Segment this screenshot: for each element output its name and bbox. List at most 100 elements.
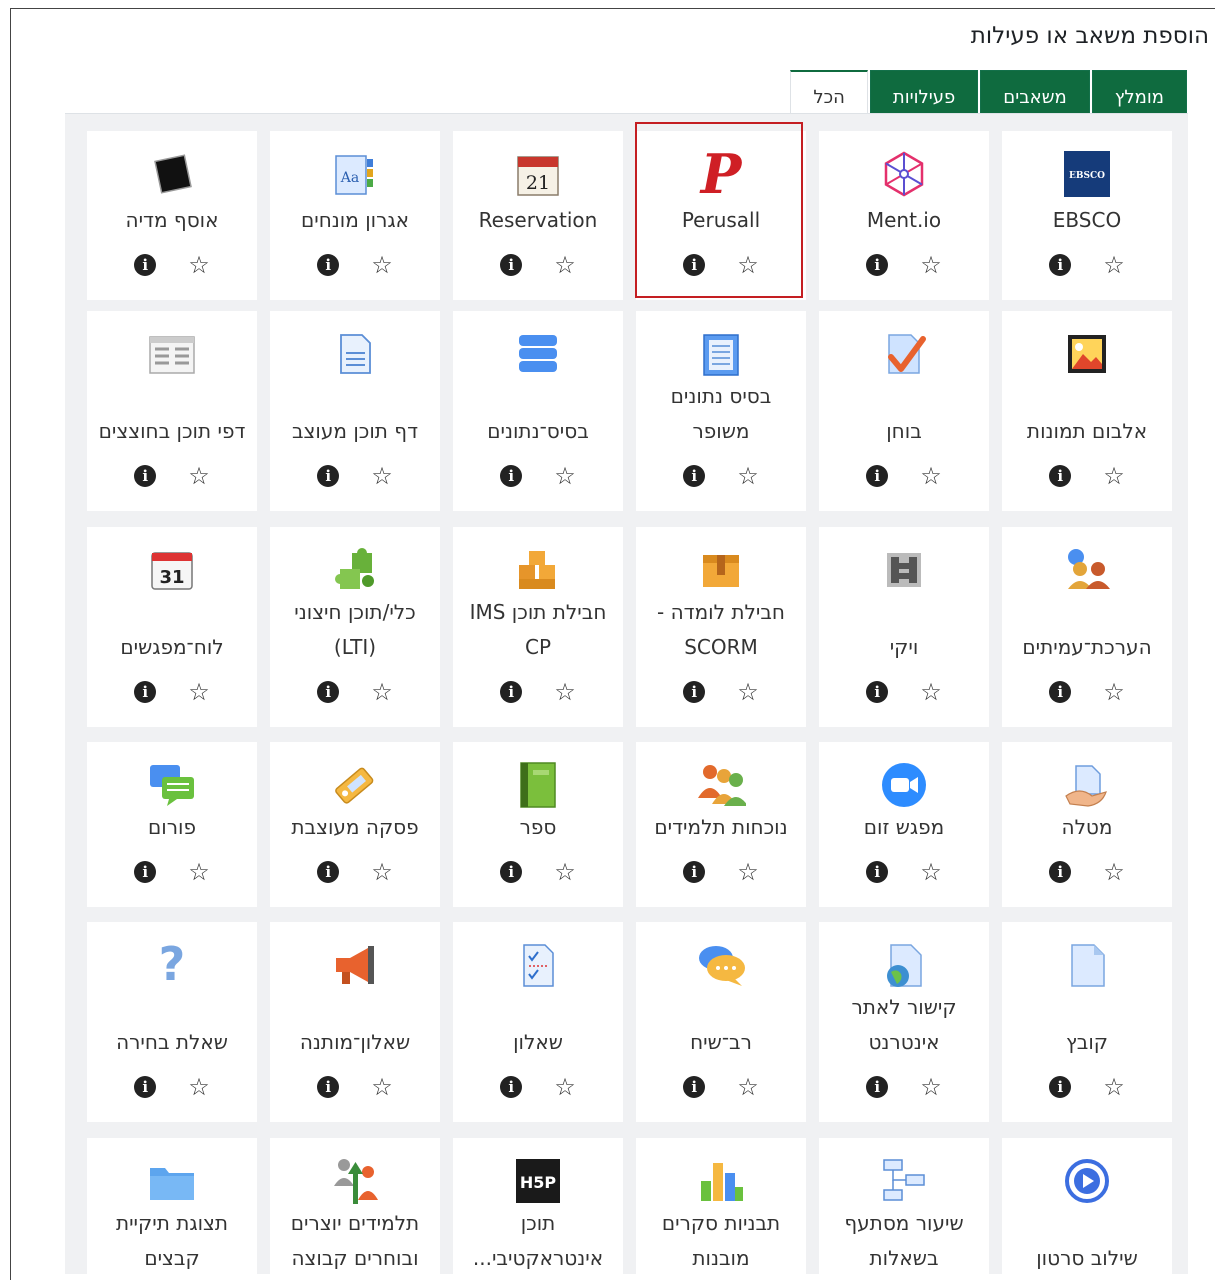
info-icon[interactable]: i	[683, 1076, 706, 1098]
module-card[interactable]: בסיס־נתונים i ☆	[453, 311, 623, 511]
module-card[interactable]: שאלון־מותנה i ☆	[270, 922, 440, 1122]
info-icon[interactable]: i	[866, 861, 889, 883]
module-card[interactable]: אוסף מדיה i ☆	[87, 131, 257, 300]
info-icon[interactable]: i	[683, 861, 706, 883]
info-icon[interactable]: i	[1049, 1076, 1072, 1098]
star-outline-icon[interactable]: ☆	[188, 860, 210, 884]
module-card[interactable]: ספר i ☆	[453, 742, 623, 907]
info-icon[interactable]: i	[500, 681, 523, 703]
info-icon[interactable]: i	[500, 861, 523, 883]
info-icon[interactable]: i	[134, 681, 157, 703]
star-outline-icon[interactable]: ☆	[188, 680, 210, 704]
module-card[interactable]: פורום i ☆	[87, 742, 257, 907]
module-actions: i ☆	[819, 253, 989, 277]
module-label: קישור לאתר	[851, 995, 957, 1019]
module-card[interactable]: תצוגת תיקייתקבציםi☆	[87, 1138, 257, 1274]
info-icon[interactable]: i	[1049, 681, 1072, 703]
info-icon[interactable]: i	[1049, 254, 1072, 276]
star-outline-icon[interactable]: ☆	[737, 680, 759, 704]
module-card[interactable]: שאלון i ☆	[453, 922, 623, 1122]
info-icon[interactable]: i	[317, 681, 340, 703]
module-card[interactable]: בסיס נתונים משופר i ☆	[636, 311, 806, 511]
info-icon[interactable]: i	[134, 1076, 157, 1098]
star-outline-icon[interactable]: ☆	[1103, 860, 1125, 884]
module-card[interactable]: תלמידים יוצריםובוחרים קבוצהi☆	[270, 1138, 440, 1274]
module-card[interactable]: הערכת־עמיתים i ☆	[1002, 527, 1172, 727]
info-icon[interactable]: i	[500, 1076, 523, 1098]
star-outline-icon[interactable]: ☆	[737, 253, 759, 277]
info-icon[interactable]: i	[866, 465, 889, 487]
star-outline-icon[interactable]: ☆	[188, 464, 210, 488]
star-outline-icon[interactable]: ☆	[371, 253, 393, 277]
star-outline-icon[interactable]: ☆	[1103, 680, 1125, 704]
module-card[interactable]: תבניות סקריםמובנותi☆	[636, 1138, 806, 1274]
star-outline-icon[interactable]: ☆	[737, 464, 759, 488]
info-icon[interactable]: i	[317, 465, 340, 487]
module-card[interactable]: ויקי i ☆	[819, 527, 989, 727]
module-card[interactable]: בוחן i ☆	[819, 311, 989, 511]
star-outline-icon[interactable]: ☆	[1103, 1075, 1125, 1099]
star-outline-icon[interactable]: ☆	[920, 253, 942, 277]
star-outline-icon[interactable]: ☆	[1103, 253, 1125, 277]
info-icon[interactable]: i	[317, 1076, 340, 1098]
info-icon[interactable]: i	[683, 681, 706, 703]
module-card[interactable]: מטלה i ☆	[1002, 742, 1172, 907]
info-icon[interactable]: i	[134, 465, 157, 487]
module-card[interactable]: EBSCO EBSCO i ☆	[1002, 131, 1172, 300]
star-outline-icon[interactable]: ☆	[554, 680, 576, 704]
module-card[interactable]: שילוב סרטוןi☆	[1002, 1138, 1172, 1274]
module-card[interactable]: נוכחות תלמידים i ☆	[636, 742, 806, 907]
module-card[interactable]: P Perusall i ☆	[636, 131, 806, 300]
info-icon[interactable]: i	[134, 254, 157, 276]
star-outline-icon[interactable]: ☆	[371, 1075, 393, 1099]
module-card[interactable]: שיעור מסתעףבשאלותi☆	[819, 1138, 989, 1274]
star-outline-icon[interactable]: ☆	[371, 860, 393, 884]
star-outline-icon[interactable]: ☆	[188, 1075, 210, 1099]
module-card[interactable]: מפגש זום i ☆	[819, 742, 989, 907]
module-card[interactable]: חבילת תוכן IMS CP i ☆	[453, 527, 623, 727]
star-outline-icon[interactable]: ☆	[1103, 464, 1125, 488]
star-outline-icon[interactable]: ☆	[920, 860, 942, 884]
star-outline-icon[interactable]: ☆	[737, 1075, 759, 1099]
star-outline-icon[interactable]: ☆	[554, 253, 576, 277]
info-icon[interactable]: i	[1049, 465, 1072, 487]
info-icon[interactable]: i	[683, 465, 706, 487]
star-outline-icon[interactable]: ☆	[737, 860, 759, 884]
info-icon[interactable]: i	[866, 254, 889, 276]
star-outline-icon[interactable]: ☆	[920, 464, 942, 488]
info-icon[interactable]: i	[683, 254, 706, 276]
star-outline-icon[interactable]: ☆	[188, 253, 210, 277]
module-actions: i ☆	[453, 253, 623, 277]
star-outline-icon[interactable]: ☆	[554, 464, 576, 488]
module-card[interactable]: 21 Reservation i ☆	[453, 131, 623, 300]
module-card[interactable]: קישור לאתר אינטרנט i ☆	[819, 922, 989, 1122]
info-icon[interactable]: i	[500, 254, 523, 276]
info-icon[interactable]: i	[1049, 861, 1072, 883]
info-icon[interactable]: i	[317, 861, 340, 883]
info-icon[interactable]: i	[866, 681, 889, 703]
module-card[interactable]: חבילת לומדה - SCORM i ☆	[636, 527, 806, 727]
module-card[interactable]: Ment.io i ☆	[819, 131, 989, 300]
star-outline-icon[interactable]: ☆	[371, 464, 393, 488]
info-icon[interactable]: i	[317, 254, 340, 276]
module-card[interactable]: דף תוכן מעוצב i ☆	[270, 311, 440, 511]
module-card[interactable]: Aa אגרון מונחים i ☆	[270, 131, 440, 300]
module-card[interactable]: קובץ i ☆	[1002, 922, 1172, 1122]
module-card[interactable]: רב־שיח i ☆	[636, 922, 806, 1122]
module-card[interactable]: דפי תוכן בחוצצים i ☆	[87, 311, 257, 511]
info-icon[interactable]: i	[134, 861, 157, 883]
star-outline-icon[interactable]: ☆	[554, 1075, 576, 1099]
star-outline-icon[interactable]: ☆	[554, 860, 576, 884]
star-outline-icon[interactable]: ☆	[371, 680, 393, 704]
module-card[interactable]: H5Pתוכןאינטראקטיבי...i☆	[453, 1138, 623, 1274]
module-card[interactable]: כלי/תוכן חיצוני (LTI) i ☆	[270, 527, 440, 727]
info-icon[interactable]: i	[866, 1076, 889, 1098]
module-card[interactable]: אלבום תמונות i ☆	[1002, 311, 1172, 511]
module-card[interactable]: ? שאלת בחירה i ☆	[87, 922, 257, 1122]
label-tag-icon	[330, 760, 380, 810]
star-outline-icon[interactable]: ☆	[920, 1075, 942, 1099]
info-icon[interactable]: i	[500, 465, 523, 487]
star-outline-icon[interactable]: ☆	[920, 680, 942, 704]
module-card[interactable]: 31 לוח־מפגשים i ☆	[87, 527, 257, 727]
module-card[interactable]: פסקה מעוצבת i ☆	[270, 742, 440, 907]
